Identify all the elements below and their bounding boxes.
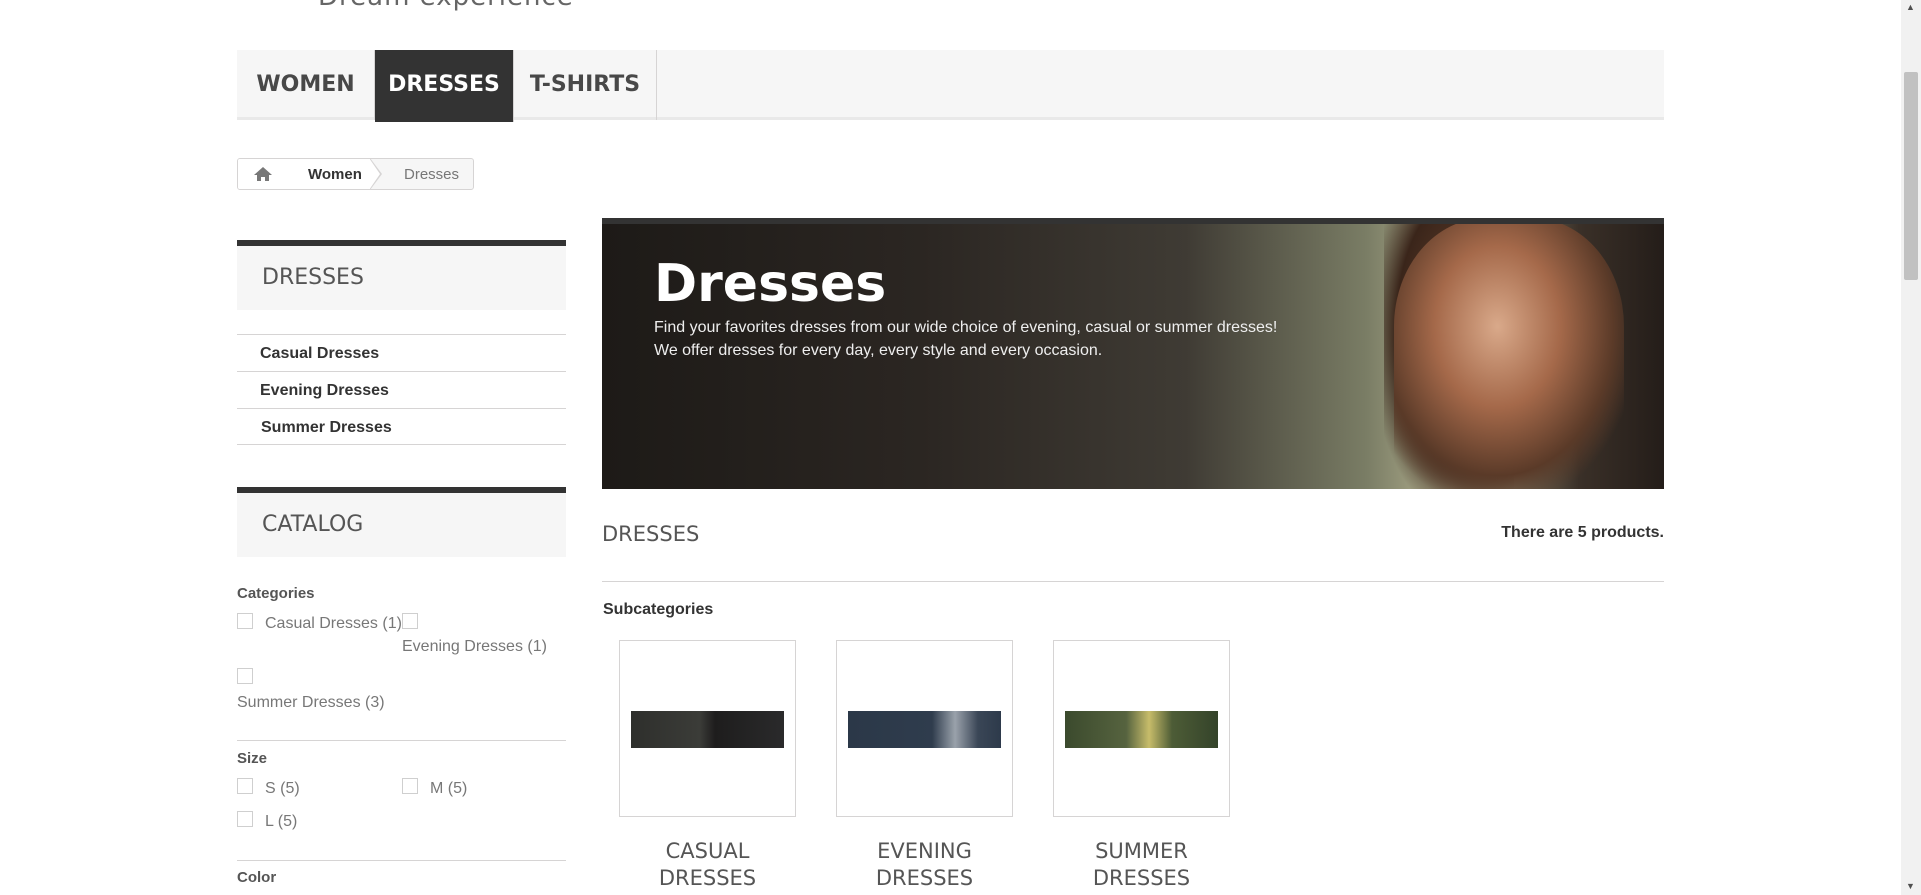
sidebar-subcategory-list: Casual Dresses Evening Dresses Summer Dr…: [237, 334, 566, 445]
subcategory-name-casual-line2[interactable]: DRESSES: [619, 865, 796, 892]
scrollbar-thumb[interactable]: [1904, 72, 1918, 280]
facet-color-label: Color: [237, 869, 277, 886]
category-banner: Dresses Find your favorites dresses from…: [602, 218, 1664, 489]
home-icon: [254, 167, 272, 181]
facet-size-s-label[interactable]: S (5): [265, 780, 300, 798]
banner-description-line2: We offer dresses for every day, every st…: [654, 342, 1103, 359]
menu-item-women[interactable]: WOMEN: [237, 50, 375, 120]
checkbox-casual-dresses[interactable]: [237, 613, 253, 629]
logo-tagline: Dream experience: [318, 0, 574, 12]
breadcrumb-home[interactable]: [238, 159, 288, 189]
subcategory-name-summer-line1[interactable]: SUMMER: [1053, 838, 1230, 865]
breadcrumb-women-label[interactable]: Women: [308, 166, 362, 183]
sidebar-item-evening-dresses[interactable]: Evening Dresses: [237, 371, 566, 408]
subcategory-tile-summer[interactable]: [1053, 640, 1230, 817]
facet-size-m-label[interactable]: M (5): [430, 780, 467, 798]
subcategory-tile-evening[interactable]: [836, 640, 1013, 817]
subcategory-name-evening-line1[interactable]: EVENING: [836, 838, 1013, 865]
subcategory-name-summer[interactable]: SUMMER DRESSES: [1053, 838, 1230, 892]
breadcrumb-separator-inner: [369, 159, 380, 189]
banner-description-line1: Find your favorites dresses from our wid…: [654, 319, 1278, 336]
facet-divider: [237, 740, 566, 741]
checkbox-size-s[interactable]: [237, 778, 253, 794]
product-count: There are 5 products.: [1501, 524, 1664, 541]
banner-title: Dresses: [654, 254, 887, 314]
facet-casual-dresses-label[interactable]: Casual Dresses (1): [265, 615, 402, 633]
checkbox-evening-dresses[interactable]: [402, 613, 418, 629]
checkbox-summer-dresses[interactable]: [237, 668, 253, 684]
subcategory-image-casual[interactable]: [631, 711, 784, 748]
top-menu: WOMEN DRESSES T-SHIRTS: [237, 50, 1664, 122]
subcategory-tile-casual[interactable]: [619, 640, 796, 817]
sidebar-catalog-title: CATALOG: [237, 487, 566, 557]
scroll-up-arrow-icon[interactable]: ▲: [1906, 2, 1915, 12]
banner-description: Find your favorites dresses from our wid…: [654, 316, 1277, 362]
menu-item-dresses[interactable]: DRESSES: [375, 50, 514, 122]
subcategory-image-evening[interactable]: [848, 711, 1001, 748]
sidebar-dresses-title: DRESSES: [237, 240, 566, 310]
breadcrumb-current: Dresses: [404, 166, 460, 183]
subcategory-name-evening[interactable]: EVENING DRESSES: [836, 838, 1013, 892]
breadcrumb: Women Dresses: [237, 158, 474, 190]
facet-summer-dresses-label[interactable]: Summer Dresses (3): [237, 694, 385, 712]
subcategory-name-casual-line1[interactable]: CASUAL: [619, 838, 796, 865]
category-heading: DRESSES: [602, 522, 700, 546]
sidebar-item-summer-dresses[interactable]: Summer Dresses: [237, 408, 566, 445]
subcategory-name-casual[interactable]: CASUAL DRESSES: [619, 838, 796, 892]
facet-size-label: Size: [237, 750, 268, 767]
checkbox-size-l[interactable]: [237, 811, 253, 827]
facet-categories-label: Categories: [237, 585, 315, 602]
banner-model-image: [1394, 224, 1624, 489]
scroll-down-arrow-icon[interactable]: ▼: [1906, 881, 1915, 891]
subcategory-image-summer[interactable]: [1065, 711, 1218, 748]
breadcrumb-women[interactable]: Women: [288, 159, 370, 189]
heading-divider: [602, 581, 1664, 582]
facet-size-l-label[interactable]: L (5): [265, 813, 297, 831]
checkbox-size-m[interactable]: [402, 778, 418, 794]
menu-item-tshirts[interactable]: T-SHIRTS: [514, 50, 657, 120]
facet-evening-dresses-label[interactable]: Evening Dresses (1): [402, 638, 547, 656]
sidebar-item-casual-dresses[interactable]: Casual Dresses: [237, 334, 566, 371]
subcategories-label: Subcategories: [603, 601, 714, 618]
subcategory-name-summer-line2[interactable]: DRESSES: [1053, 865, 1230, 892]
facet-divider: [237, 860, 566, 861]
subcategory-name-evening-line2[interactable]: DRESSES: [836, 865, 1013, 892]
